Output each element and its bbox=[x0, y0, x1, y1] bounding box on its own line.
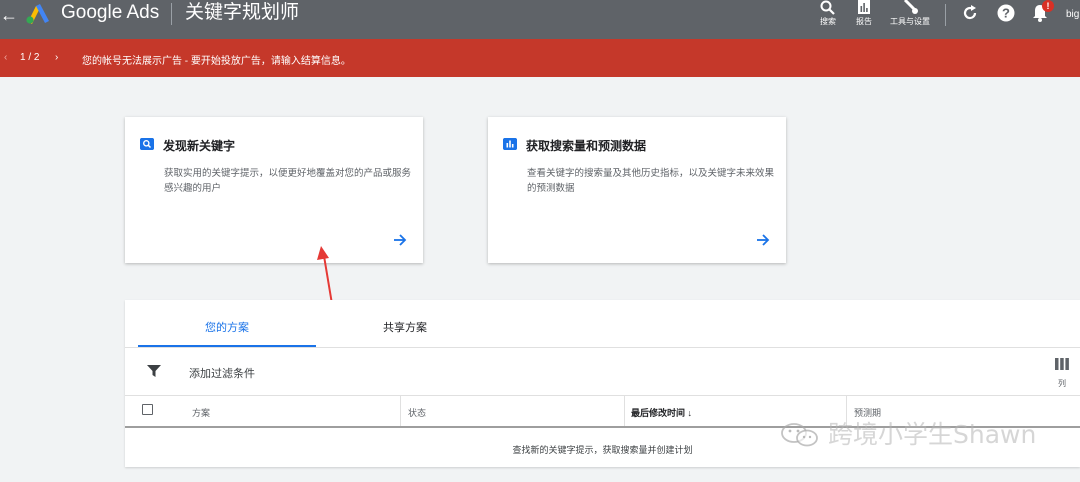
header-divider-right bbox=[945, 4, 946, 26]
column-separator bbox=[624, 395, 625, 426]
header-divider bbox=[171, 3, 172, 25]
account-name[interactable]: big bbox=[1066, 9, 1079, 20]
column-separator bbox=[400, 395, 401, 426]
column-header-forecast-period[interactable]: 预测期 bbox=[854, 406, 881, 419]
card-title: 获取搜索量和预测数据 bbox=[526, 139, 647, 153]
column-header-last-modified[interactable]: 最后修改时间 ↓ bbox=[631, 406, 692, 419]
discover-keywords-card[interactable]: 发现新关键字 获取实用的关键字提示，以便更好地覆盖对您的产品或服务感兴趣的用户 bbox=[125, 117, 423, 263]
reports-button-label: 报告 bbox=[856, 17, 872, 26]
tab-your-plans[interactable]: 您的方案 bbox=[138, 300, 316, 347]
top-app-bar: ← Google Ads 关键字规划师 搜索 报告 工具与设置 ? ! big bbox=[0, 0, 1080, 39]
toolbar-divider bbox=[125, 395, 1080, 396]
watermark-text: 跨境小学生Shawn bbox=[828, 420, 1037, 449]
notification-badge: ! bbox=[1042, 0, 1054, 12]
tab-shared-plans[interactable]: 共享方案 bbox=[316, 300, 494, 347]
bar-chart-icon bbox=[503, 138, 517, 150]
search-icon bbox=[820, 0, 835, 15]
google-ads-logo bbox=[26, 4, 49, 24]
back-button[interactable]: ← bbox=[0, 4, 18, 26]
card-description: 获取实用的关键字提示，以便更好地覆盖对您的产品或服务感兴趣的用户 bbox=[164, 168, 412, 194]
alert-next-button[interactable]: › bbox=[55, 52, 58, 63]
brand-name: Google Ads bbox=[61, 2, 160, 23]
card-title: 发现新关键字 bbox=[163, 139, 236, 153]
search-button[interactable]: 搜索 bbox=[816, 0, 840, 39]
columns-label: 列 bbox=[1058, 379, 1066, 388]
tabs-divider bbox=[125, 347, 1080, 348]
alert-message[interactable]: 您的帐号无法展示广告 - 要开始投放广告，请输入结算信息。 bbox=[82, 52, 351, 67]
tools-settings-button[interactable]: 工具与设置 bbox=[888, 0, 932, 39]
column-header-plan[interactable]: 方案 bbox=[192, 406, 210, 419]
tools-settings-button-label: 工具与设置 bbox=[890, 17, 930, 26]
search-button-label: 搜索 bbox=[820, 17, 836, 26]
arrow-right-icon[interactable] bbox=[756, 233, 770, 247]
search-icon bbox=[140, 138, 154, 150]
reports-icon bbox=[858, 0, 870, 14]
refresh-icon[interactable] bbox=[960, 3, 980, 23]
alert-pager: 1 / 2 bbox=[20, 52, 40, 63]
tools-icon bbox=[903, 0, 918, 14]
alert-prev-button[interactable]: ‹ bbox=[4, 52, 7, 63]
columns-icon[interactable] bbox=[1055, 358, 1069, 370]
svg-text:?: ? bbox=[1002, 6, 1010, 21]
search-volume-forecast-card[interactable]: 获取搜索量和预测数据 查看关键字的搜索量及其他历史指标，以及关键字未来效果的预测… bbox=[488, 117, 786, 263]
column-header-status[interactable]: 状态 bbox=[408, 406, 426, 419]
wechat-icon bbox=[781, 423, 818, 447]
arrow-right-icon[interactable] bbox=[393, 233, 407, 247]
card-description: 查看关键字的搜索量及其他历史指标，以及关键字未来效果的预测数据 bbox=[527, 168, 775, 194]
select-all-checkbox[interactable] bbox=[142, 404, 153, 415]
reports-button[interactable]: 报告 bbox=[852, 0, 876, 39]
filter-icon[interactable] bbox=[147, 364, 161, 378]
add-filter-button[interactable]: 添加过滤条件 bbox=[189, 365, 255, 381]
alert-banner: ‹ 1 / 2 › 您的帐号无法展示广告 - 要开始投放广告，请输入结算信息。 bbox=[0, 39, 1080, 77]
help-icon[interactable]: ? bbox=[996, 3, 1016, 23]
page-title: 关键字规划师 bbox=[185, 2, 300, 23]
